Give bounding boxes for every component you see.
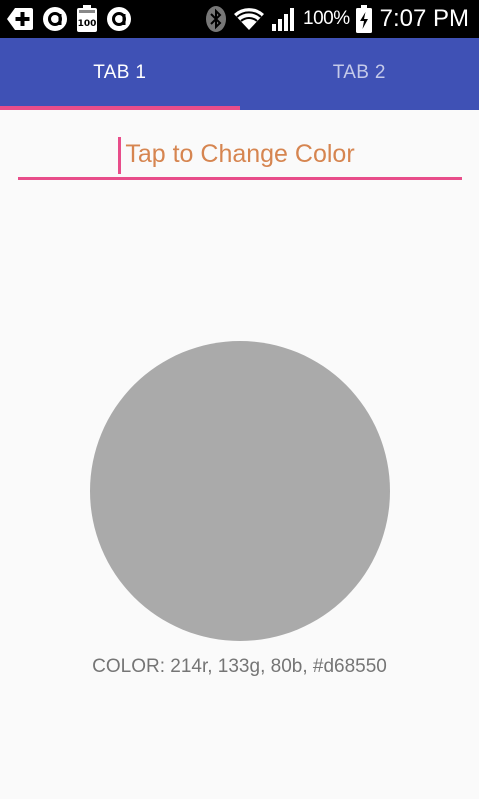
status-clock: 7:07 PM: [379, 5, 469, 32]
app-a-icon: [106, 6, 132, 32]
tab-2[interactable]: TAB 2: [240, 38, 479, 110]
color-input-container: [18, 132, 462, 180]
signal-icon: [271, 6, 297, 32]
tab-1[interactable]: TAB 1: [0, 38, 240, 110]
svg-text:100: 100: [78, 19, 97, 29]
input-underline: [18, 177, 462, 180]
status-bar: 100 100% 7:07 PM: [0, 0, 479, 38]
bluetooth-icon: [205, 5, 227, 33]
battery-percent: 100%: [303, 8, 350, 29]
color-preview-circle[interactable]: [90, 341, 390, 641]
status-system: 100% 7:07 PM: [205, 4, 469, 34]
app-a-icon: [42, 6, 68, 32]
battery-100-notification-icon: 100: [76, 5, 98, 33]
color-input[interactable]: [18, 132, 462, 176]
tab-1-label: TAB 1: [93, 62, 147, 83]
wifi-icon: [233, 6, 265, 32]
status-notifications: 100: [6, 4, 132, 34]
tab-bar: TAB 1 TAB 2: [0, 38, 479, 110]
tab-indicator: [0, 106, 240, 110]
color-readout: COLOR: 214r, 133g, 80b, #d68550: [92, 656, 387, 677]
add-box-icon: [6, 6, 34, 32]
battery-charging-icon: [355, 5, 372, 33]
tab-2-label: TAB 2: [332, 62, 386, 83]
text-cursor: [118, 137, 121, 174]
